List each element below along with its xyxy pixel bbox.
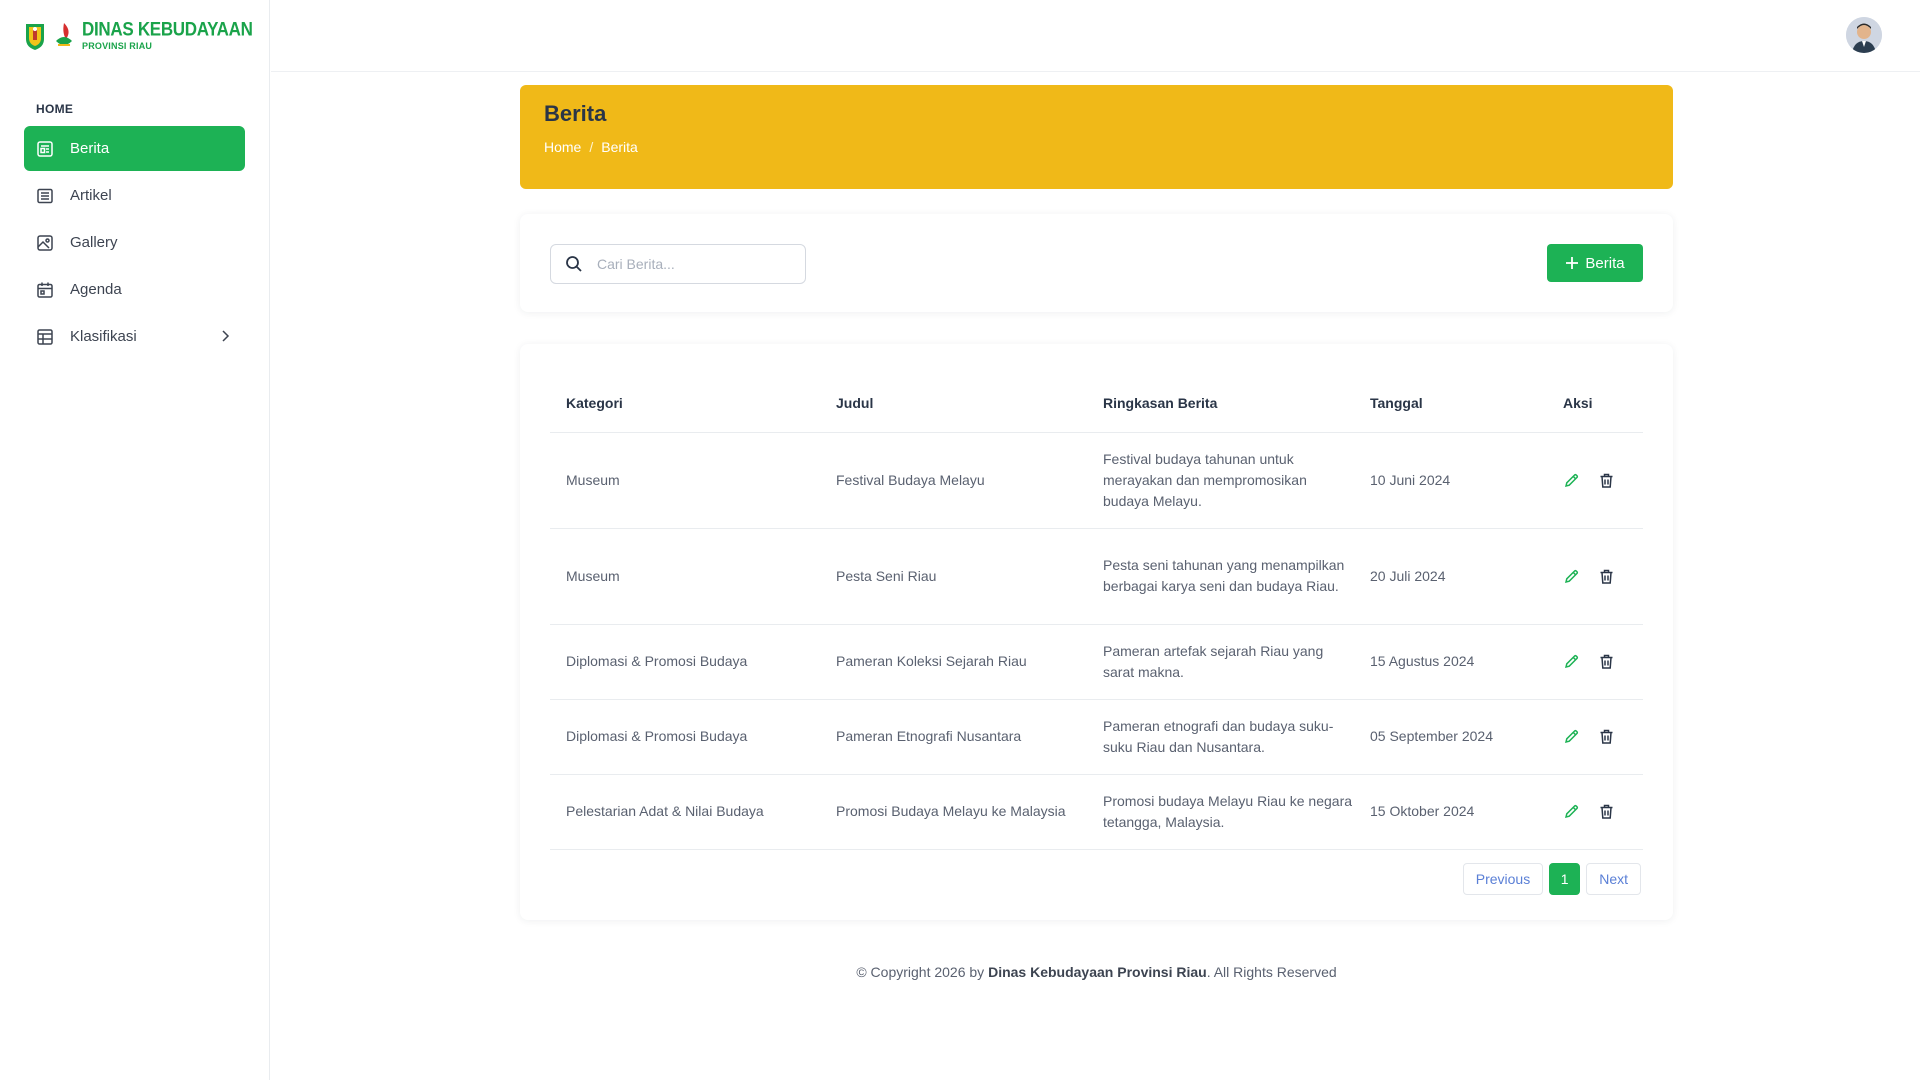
- cell-aksi: [1547, 528, 1643, 625]
- pencil-icon[interactable]: [1563, 472, 1580, 489]
- cell-judul: Promosi Budaya Melayu ke Malaysia: [820, 774, 1087, 850]
- cell-judul: Pameran Etnografi Nusantara: [820, 699, 1087, 775]
- cell-tanggal: 05 September 2024: [1354, 699, 1547, 775]
- add-button-label: Berita: [1585, 254, 1625, 272]
- footer-copyright-prefix: © Copyright 2026 by: [856, 964, 989, 980]
- table-row: Museum Pesta Seni Riau Pesta seni tahuna…: [550, 528, 1643, 625]
- article-icon: [36, 187, 54, 205]
- user-avatar[interactable]: [1846, 17, 1882, 53]
- add-berita-button[interactable]: Berita: [1547, 244, 1643, 282]
- chevron-right-icon: [222, 330, 230, 342]
- sidebar-item-klasifikasi[interactable]: Klasifikasi: [24, 314, 245, 359]
- sidebar-item-label: Agenda: [70, 281, 122, 298]
- cell-kategori: Pelestarian Adat & Nilai Budaya: [550, 774, 820, 850]
- cell-aksi: [1547, 774, 1643, 850]
- cell-judul: Pameran Koleksi Sejarah Riau: [820, 624, 1087, 700]
- riau-emblem-icon: [26, 24, 44, 50]
- brand-subtitle: PROVINSI RIAU: [82, 40, 153, 51]
- page-header-banner: Berita Home / Berita: [520, 85, 1673, 189]
- search-input[interactable]: [597, 256, 787, 272]
- column-header-ringkasan[interactable]: Ringkasan Berita: [1087, 374, 1354, 433]
- cell-kategori: Museum: [550, 528, 820, 625]
- footer-rights: . All Rights Reserved: [1206, 964, 1337, 980]
- pagination: Previous 1 Next: [1462, 863, 1641, 895]
- brand-logo[interactable]: DINAS KEBUDAYAAN PROVINSI RIAU: [24, 18, 253, 54]
- pencil-icon[interactable]: [1563, 803, 1580, 820]
- news-table: Kategori Judul Ringkasan Berita Tanggal …: [550, 374, 1643, 850]
- cell-ringkasan: Festival budaya tahunan untuk merayakan …: [1087, 432, 1354, 529]
- breadcrumb-home[interactable]: Home: [544, 139, 581, 155]
- nav-section-home: HOME: [36, 102, 74, 116]
- cell-aksi: [1547, 699, 1643, 775]
- sidebar-item-label: Klasifikasi: [70, 328, 137, 345]
- plus-icon: [1566, 257, 1579, 269]
- cell-tanggal: 20 Juli 2024: [1354, 528, 1547, 625]
- image-icon: [36, 234, 54, 252]
- table-row: Pelestarian Adat & Nilai Budaya Promosi …: [550, 774, 1643, 850]
- news-table-card: Kategori Judul Ringkasan Berita Tanggal …: [520, 344, 1673, 920]
- breadcrumb-separator: /: [589, 139, 594, 155]
- trash-icon[interactable]: [1598, 568, 1615, 585]
- pagination-page-current[interactable]: 1: [1549, 863, 1581, 895]
- trash-icon[interactable]: [1598, 472, 1615, 489]
- topbar: [271, 0, 1920, 72]
- sidebar: DINAS KEBUDAYAAN PROVINSI RIAU HOME Beri…: [0, 0, 270, 1080]
- column-header-judul[interactable]: Judul: [820, 374, 1087, 433]
- search-box[interactable]: [550, 244, 806, 284]
- cell-tanggal: 15 Oktober 2024: [1354, 774, 1547, 850]
- sidebar-item-label: Artikel: [70, 187, 112, 204]
- cell-kategori: Diplomasi & Promosi Budaya: [550, 699, 820, 775]
- news-icon: [36, 140, 54, 158]
- table-row: Diplomasi & Promosi Budaya Pameran Kolek…: [550, 624, 1643, 700]
- sidebar-item-label: Berita: [70, 140, 110, 157]
- pagination-previous[interactable]: Previous: [1462, 863, 1544, 895]
- calendar-icon: [36, 281, 54, 299]
- table-header-row: Kategori Judul Ringkasan Berita Tanggal …: [550, 374, 1643, 433]
- sidebar-item-gallery[interactable]: Gallery: [24, 220, 245, 265]
- search-icon: [566, 256, 582, 272]
- culture-emblem-icon: [56, 23, 72, 46]
- footer: © Copyright 2026 by Dinas Kebudayaan Pro…: [520, 964, 1673, 980]
- sidebar-item-berita[interactable]: Berita: [24, 126, 245, 171]
- breadcrumb-current: Berita: [601, 139, 638, 155]
- cell-tanggal: 15 Agustus 2024: [1354, 624, 1547, 700]
- pencil-icon[interactable]: [1563, 568, 1580, 585]
- column-header-aksi: Aksi: [1547, 374, 1643, 433]
- table-icon: [36, 328, 54, 346]
- cell-aksi: [1547, 432, 1643, 529]
- cell-ringkasan: Promosi budaya Melayu Riau ke negara tet…: [1087, 774, 1354, 850]
- brand-title: DINAS KEBUDAYAAN: [82, 17, 253, 40]
- sidebar-item-agenda[interactable]: Agenda: [24, 267, 245, 312]
- sidebar-item-artikel[interactable]: Artikel: [24, 173, 245, 218]
- cell-judul: Pesta Seni Riau: [820, 528, 1087, 625]
- cell-aksi: [1547, 624, 1643, 700]
- table-row: Diplomasi & Promosi Budaya Pameran Etnog…: [550, 699, 1643, 775]
- search-toolbar: Berita: [520, 214, 1673, 312]
- trash-icon[interactable]: [1598, 728, 1615, 745]
- footer-org-name: Dinas Kebudayaan Provinsi Riau: [988, 964, 1207, 980]
- page-title: Berita: [544, 101, 607, 126]
- pencil-icon[interactable]: [1563, 653, 1580, 670]
- sidebar-nav: Berita Artikel Gallery Agenda Klasifikas…: [24, 126, 245, 361]
- cell-ringkasan: Pesta seni tahunan yang menampilkan berb…: [1087, 528, 1354, 625]
- pencil-icon[interactable]: [1563, 728, 1580, 745]
- trash-icon[interactable]: [1598, 653, 1615, 670]
- cell-kategori: Diplomasi & Promosi Budaya: [550, 624, 820, 700]
- cell-ringkasan: Pameran artefak sejarah Riau yang sarat …: [1087, 624, 1354, 700]
- cell-ringkasan: Pameran etnografi dan budaya suku-suku R…: [1087, 699, 1354, 775]
- sidebar-item-label: Gallery: [70, 234, 118, 251]
- cell-kategori: Museum: [550, 432, 820, 529]
- pagination-next[interactable]: Next: [1586, 863, 1641, 895]
- trash-icon[interactable]: [1598, 803, 1615, 820]
- column-header-tanggal[interactable]: Tanggal: [1354, 374, 1547, 433]
- table-row: Museum Festival Budaya Melayu Festival b…: [550, 432, 1643, 529]
- cell-judul: Festival Budaya Melayu: [820, 432, 1087, 529]
- column-header-kategori[interactable]: Kategori: [550, 374, 820, 433]
- breadcrumb: Home / Berita: [544, 139, 1649, 155]
- cell-tanggal: 10 Juni 2024: [1354, 432, 1547, 529]
